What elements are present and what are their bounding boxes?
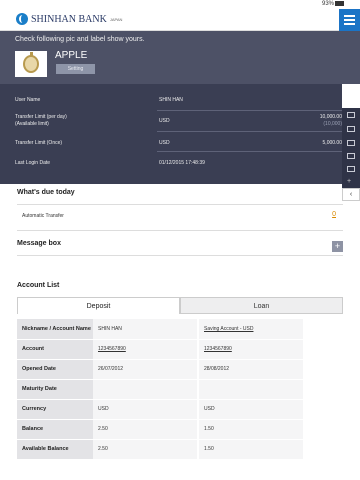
table-row: Maturity Date [17,379,303,400]
available-balance-label: Available Balance [17,439,93,460]
profile-panel: Check following pic and label show yours… [0,31,360,84]
user-info-panel: User Name SHIN HAN Transfer Limit (per d… [0,84,342,184]
profile-label: APPLE [55,50,88,61]
bar-chart-icon[interactable] [347,153,355,159]
message-box-title: Message box [17,240,61,247]
opened-date-2: 28/08/2012 [199,359,303,380]
user-name-label: User Name [15,97,41,103]
tab-deposit[interactable]: Deposit [17,297,180,314]
account-table: Nickname / Account Name SHIN HAN Saving … [17,319,303,460]
transfer-once-label: Transfer Limit (Once) [15,140,63,146]
last-login-value: 01/12/2015 17:48:39 [159,160,205,166]
maturity-date-1 [93,379,197,400]
message-box-section: Message box + [17,240,343,256]
divider [157,110,342,111]
table-row: Currency USD USD [17,399,303,420]
nickname-label: Nickname / Account Name [17,319,93,340]
balance-1: 2.50 [93,419,197,440]
tab-loan[interactable]: Loan [180,297,343,314]
quick-menu-sidebar: + ‹ [342,108,360,201]
pocket-watch-icon [23,52,39,73]
battery-icon [335,0,344,6]
nickname-value-2-link[interactable]: Saving Account - USD [199,319,303,340]
account-label: Account [17,339,93,360]
currency-2: USD [199,399,303,420]
whats-due-title: What's due today [17,189,75,196]
chevron-left-icon: ‹ [349,191,353,198]
app-header: SHINHAN BANK JAPAN [0,9,360,31]
shinhan-logo-icon [16,13,28,25]
transfer-day-value: 10,000.00 [319,114,342,120]
bank-name: SHINHAN BANK [31,13,107,25]
nickname-value-1: SHIN HAN [93,319,197,340]
avatar [15,51,47,77]
transfer-once-currency: USD [159,140,170,146]
automatic-transfer-label: Automatic Transfer [22,213,64,219]
balance-2: 1.50 [199,419,303,440]
automatic-transfer-row: Automatic Transfer 0 [17,211,343,219]
available-balance-1: 2.50 [93,439,197,460]
plus-icon[interactable]: + [347,178,355,185]
profile-hint: Check following pic and label show yours… [15,36,145,43]
transfer-once-value: 5,000.00 [322,140,342,146]
calculator-icon[interactable] [347,140,355,146]
expand-message-box-button[interactable]: + [332,241,343,252]
setting-button[interactable]: Setting [56,64,95,74]
account-list-title: Account List [17,282,60,289]
transfer-day-available: (10,000) [323,121,342,127]
table-row: Available Balance 2.50 1.50 [17,439,303,460]
available-limit-label: (Available limit) [15,121,49,127]
collapse-sidebar-button[interactable]: ‹ [342,188,360,201]
divider [157,151,342,152]
table-row: Balance 2.50 1.50 [17,419,303,440]
last-login-label: Last Login Date [15,160,51,166]
user-name-value: SHIN HAN [159,97,183,103]
table-row: Nickname / Account Name SHIN HAN Saving … [17,319,303,340]
transfer-day-label: Transfer Limit (per day) [15,114,67,120]
menu-button[interactable] [339,9,360,31]
hamburger-icon-bar [344,19,355,21]
automatic-transfer-count-link[interactable]: 0 [332,211,336,218]
bank-sub: JAPAN [109,16,123,22]
whats-due-section: What's due today Automatic Transfer 0 [17,189,343,231]
table-row: Opened Date 26/07/2012 28/08/2012 [17,359,303,380]
status-bar: 93% [0,0,360,9]
maturity-date-2 [199,379,303,400]
maturity-date-label: Maturity Date [17,379,93,400]
hamburger-icon [344,15,355,17]
opened-date-label: Opened Date [17,359,93,380]
opened-date-1: 26/07/2012 [93,359,197,380]
available-balance-2: 1.50 [199,439,303,460]
table-row: Account 1234567890 1234567890 [17,339,303,360]
balance-label: Balance [17,419,93,440]
battery-level: 93% [321,1,334,7]
account-tabs: Deposit Loan [17,297,343,314]
transfer-day-currency: USD [159,118,170,124]
currency-1: USD [93,399,197,420]
calendar-icon[interactable] [347,166,355,172]
bank-logo[interactable]: SHINHAN BANK JAPAN [16,13,122,25]
mail-icon[interactable] [347,112,355,118]
divider [17,204,343,205]
account-number-1-link[interactable]: 1234567890 [93,339,197,360]
divider [157,131,342,132]
account-number-2-link[interactable]: 1234567890 [199,339,303,360]
list-icon[interactable] [347,126,355,132]
currency-label: Currency [17,399,93,420]
hamburger-icon-bar [344,23,355,25]
